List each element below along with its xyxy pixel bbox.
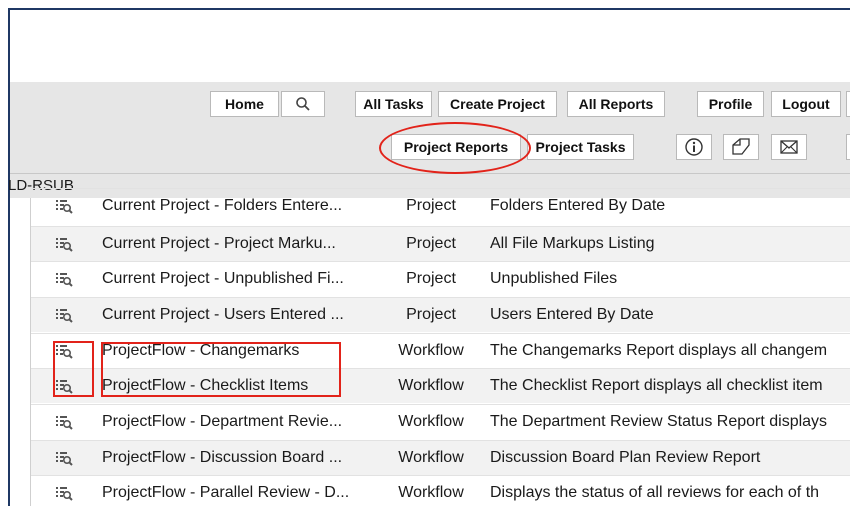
report-description: Users Entered By Date [490,306,654,323]
report-type: Project [406,306,456,323]
table-row[interactable]: Current Project - Unpublished Fi... Proj… [31,261,850,296]
logout-button[interactable]: Logout [771,91,841,117]
report-type: Workflow [398,413,464,430]
markup-icon [732,138,750,155]
report-search-icon[interactable] [55,307,73,323]
report-description: Folders Entered By Date [490,197,666,214]
report-type: Workflow [398,484,464,501]
report-type: Workflow [398,449,464,466]
table-row[interactable]: ProjectFlow - Department Revie... Workfl… [31,404,850,439]
mail-icon [780,140,798,154]
report-name[interactable]: ProjectFlow - Parallel Review - D... [102,484,349,502]
report-search-icon[interactable] [55,198,73,214]
report-type: Project [406,270,456,287]
project-tasks-button[interactable]: Project Tasks [527,134,634,160]
table-row[interactable]: Current Project - Folders Entere... Proj… [31,188,850,223]
home-button[interactable]: Home [210,91,279,117]
report-description: The Changemarks Report displays all chan… [490,342,828,359]
toolbar-overflow-button-2[interactable] [846,134,850,160]
report-type: Workflow [398,377,464,394]
report-name[interactable]: Current Project - Unpublished Fi... [102,270,344,288]
report-description: Displays the status of all reviews for e… [490,484,820,501]
all-reports-button[interactable]: All Reports [567,91,665,117]
search-button[interactable] [281,91,325,117]
table-row[interactable]: ProjectFlow - Discussion Board ... Workf… [31,440,850,475]
info-icon [685,138,703,156]
toolbar-overflow-button[interactable] [846,91,850,117]
report-type: Project [406,197,456,214]
report-search-icon[interactable] [55,485,73,501]
report-search-icon[interactable] [55,414,73,430]
highlight-report-icons [53,341,94,397]
report-name[interactable]: Current Project - Folders Entere... [102,197,342,215]
report-description: The Department Review Status Report disp… [490,413,828,430]
mail-button[interactable] [771,134,807,160]
create-project-button[interactable]: Create Project [438,91,557,117]
report-name[interactable]: Current Project - Users Entered ... [102,306,344,324]
report-search-icon[interactable] [55,271,73,287]
report-search-icon[interactable] [55,450,73,466]
markup-button[interactable] [723,134,759,160]
report-type: Project [406,235,456,252]
profile-button[interactable]: Profile [697,91,764,117]
all-tasks-button[interactable]: All Tasks [355,91,432,117]
report-name[interactable]: ProjectFlow - Department Revie... [102,413,342,431]
report-name[interactable]: ProjectFlow - Discussion Board ... [102,449,342,467]
highlight-report-names [101,342,341,397]
report-description: The Checklist Report displays all checkl… [490,377,823,394]
report-search-icon[interactable] [55,236,73,252]
table-row[interactable]: Current Project - Users Entered ... Proj… [31,297,850,332]
report-description: All File Markups Listing [490,235,655,252]
search-icon [296,97,310,111]
table-row[interactable]: Current Project - Project Marku... Proje… [31,226,850,261]
report-description: Unpublished Files [490,270,618,287]
info-button[interactable] [676,134,712,160]
report-description: Discussion Board Plan Review Report [490,449,761,466]
report-name[interactable]: Current Project - Project Marku... [102,235,336,253]
highlight-project-reports [379,122,531,174]
table-row[interactable]: ProjectFlow - Parallel Review - D... Wor… [31,475,850,506]
report-type: Workflow [398,342,464,359]
